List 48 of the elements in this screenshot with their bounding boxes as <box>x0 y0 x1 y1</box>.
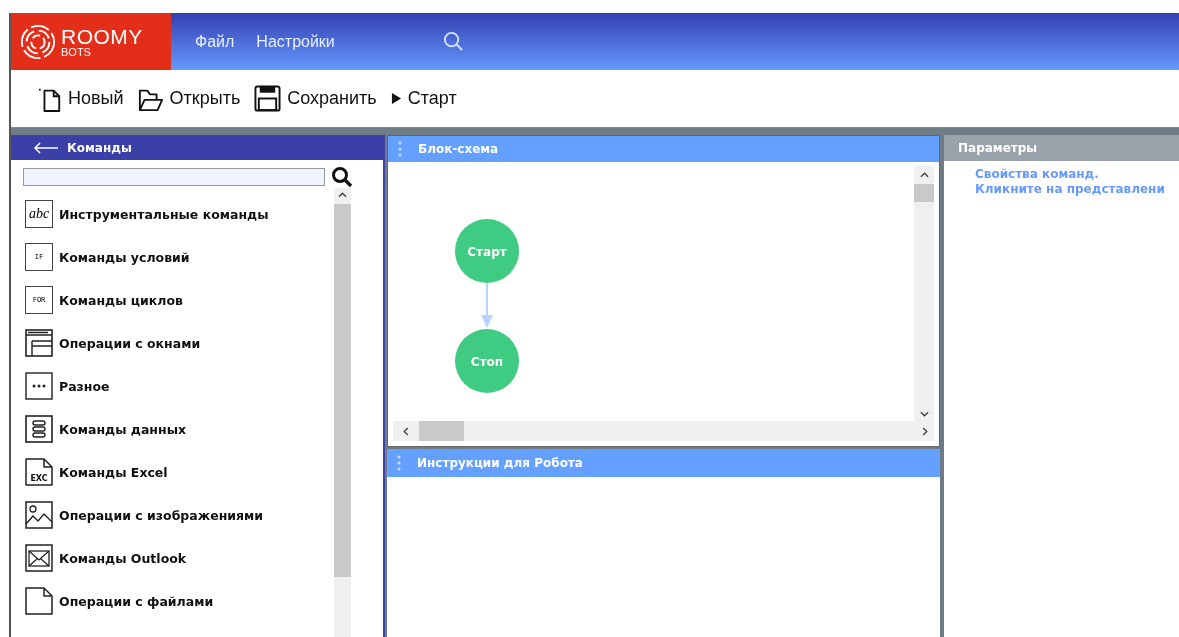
menu-item[interactable]: Файл <box>195 32 235 51</box>
scrollbar[interactable] <box>914 166 934 421</box>
document-icon <box>25 587 53 615</box>
window-icon <box>25 329 53 357</box>
command-category[interactable]: EXC Команды Excel <box>25 458 325 486</box>
command-category[interactable]: Операции с окнами <box>25 329 325 357</box>
hint-text: Кликните на представлени <box>975 182 1166 197</box>
search-field[interactable] <box>23 168 325 186</box>
panel-title: Команды <box>67 140 132 155</box>
panel-title: Инструкции для Робота <box>417 456 583 470</box>
database-icon <box>25 415 53 443</box>
toolbar-button[interactable]: Сохранить <box>254 85 377 112</box>
command-category[interactable]: Команды Outlook <box>25 544 325 572</box>
back-arrow-icon[interactable] <box>33 141 59 154</box>
logo-name: ROOMY <box>61 25 143 47</box>
text-tool-icon: abc <box>25 200 53 228</box>
scrollbar[interactable] <box>334 188 351 637</box>
connector-arrow <box>481 282 493 328</box>
rings-logo-icon <box>19 22 57 61</box>
scroll-down-icon[interactable] <box>919 411 929 417</box>
toolbar-button[interactable]: Старт <box>390 88 457 109</box>
scroll-up-icon[interactable] <box>338 192 347 198</box>
drag-handle-icon[interactable] <box>398 141 402 157</box>
command-category[interactable]: Операции с изображениями <box>25 501 325 529</box>
command-category[interactable]: Разное <box>25 372 325 400</box>
scrollbar-thumb[interactable] <box>419 421 464 441</box>
drag-handle-icon[interactable] <box>397 455 401 471</box>
play-icon <box>390 92 402 105</box>
toolbar-button[interactable]: Новый <box>38 84 124 113</box>
command-category[interactable]: Операции с файлами <box>25 587 325 615</box>
scroll-up-icon[interactable] <box>919 172 929 178</box>
logo-subtitle: BOTS <box>61 46 92 58</box>
scrollbar[interactable] <box>393 421 934 441</box>
scroll-left-icon[interactable] <box>403 426 409 436</box>
command-category[interactable]: abc Инструментальные команды <box>25 200 325 228</box>
scroll-right-icon[interactable] <box>922 426 928 436</box>
scrollbar-thumb[interactable] <box>334 204 351 577</box>
menu-item[interactable]: Настройки <box>256 32 335 51</box>
scrollbar-thumb[interactable] <box>914 184 934 202</box>
panel-title: Параметры <box>958 141 1038 155</box>
search-icon[interactable] <box>331 166 353 188</box>
hint-text: Свойства команд. <box>975 167 1100 182</box>
command-category[interactable]: Команды данных <box>25 415 325 443</box>
picture-icon <box>25 501 53 529</box>
more-dots-icon <box>25 372 53 400</box>
envelope-icon <box>25 544 53 572</box>
toolbar-button[interactable]: Открыть <box>137 85 241 112</box>
panel-title: Блок-схема <box>418 142 499 156</box>
